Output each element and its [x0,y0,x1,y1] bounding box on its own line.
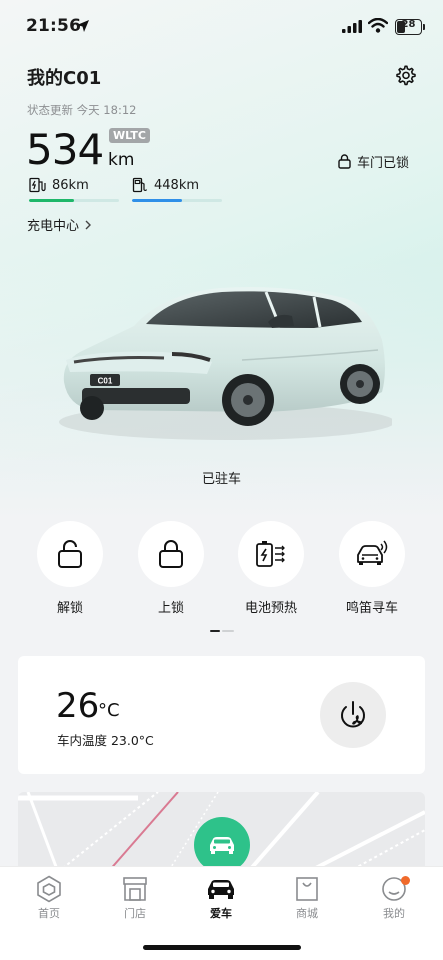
hexagon-home-icon [37,875,61,903]
locate-car-button[interactable] [194,817,250,873]
wltc-badge: WLTC [109,128,150,143]
home-indicator [143,945,301,950]
location-arrow-icon [77,20,89,32]
lock-button[interactable]: 上锁 [131,521,211,616]
fuel-range-value: 448km [154,177,200,193]
electric-range-value: 86km [52,177,89,193]
vehicle-state: 已驻车 [201,472,241,487]
tab-me-label: 我的 [383,907,405,920]
car-icon [210,837,234,854]
car-horn-icon [357,540,388,565]
car-icon [208,880,234,899]
unlock-label: 解锁 [56,601,83,616]
battery-tip [423,24,425,30]
shopping-bag-icon [296,877,318,901]
lock-button-circle [138,521,204,587]
charge-center-link[interactable]: 充电中心 [27,215,93,234]
electric-range-bar [29,199,119,202]
tab-home-label: 首页 [38,907,60,920]
tab-home[interactable]: 首页 [19,875,79,921]
battery-icon: 28 [395,19,422,35]
horn-find-button-circle [339,521,405,587]
cellular-signal-icon [342,20,362,33]
fuel-range-bar [132,199,222,202]
store-icon [123,877,147,901]
notification-dot [401,876,410,885]
fan-power-icon [341,701,365,728]
status-update-time: 状态更新 今天 18:12 [27,103,137,117]
temperature-unit: °C [98,700,120,721]
page-dot [222,630,234,632]
battery-heat-icon [256,541,285,567]
battery-preheat-button[interactable]: 电池预热 [231,521,311,616]
range-value: 534 [26,125,104,174]
lock-label: 上锁 [157,601,184,616]
tab-mall-label: 商城 [296,907,318,920]
fuel-range: 448km [132,177,222,202]
unlock-icon [58,540,82,568]
charge-center-label: 充电中心 [27,219,80,234]
chevron-right-icon [85,220,92,229]
battery-preheat-label: 电池预热 [244,601,297,616]
status-time: 21:56 [26,16,82,36]
horn-find-label: 鸣笛寻车 [345,601,398,616]
climate-card[interactable]: 26 °C 车内温度 23.0°C [18,656,425,774]
temperature-value: 26 [56,686,100,726]
climate-power-button[interactable] [320,682,386,748]
fuel-range-fill [132,199,182,202]
electric-range: 86km [29,177,119,202]
page-indicator [210,630,234,632]
wifi-icon [368,18,388,33]
battery-preheat-button-circle [238,521,304,587]
unlock-button-circle [37,521,103,587]
unlock-button[interactable]: 解锁 [30,521,110,616]
range-unit: km [108,150,135,170]
tab-car-label: 爱车 [210,907,232,920]
lock-icon [159,540,183,568]
horn-find-button[interactable]: 鸣笛寻车 [332,521,412,616]
car-badge: C01 [98,377,113,386]
tab-store-label: 门店 [124,907,146,920]
lock-icon [338,154,351,169]
tab-store[interactable]: 门店 [105,875,165,921]
page-dot-active [210,630,220,632]
door-lock-status[interactable]: 车门已锁 [338,152,409,171]
cabin-temperature: 车内温度 23.0°C [57,733,154,748]
gear-icon[interactable] [395,64,417,86]
car-image: C01 [59,287,392,440]
fuel-pump-icon [132,177,148,193]
page-title: 我的C01 [27,68,102,89]
door-lock-label: 车门已锁 [357,156,410,171]
tab-me[interactable]: 我的 [364,875,424,921]
tab-mall[interactable]: 商城 [277,875,337,921]
battery-level: 28 [401,19,416,30]
tab-car[interactable]: 爱车 [191,875,251,921]
charging-station-icon [29,177,46,193]
electric-range-fill [29,199,74,202]
